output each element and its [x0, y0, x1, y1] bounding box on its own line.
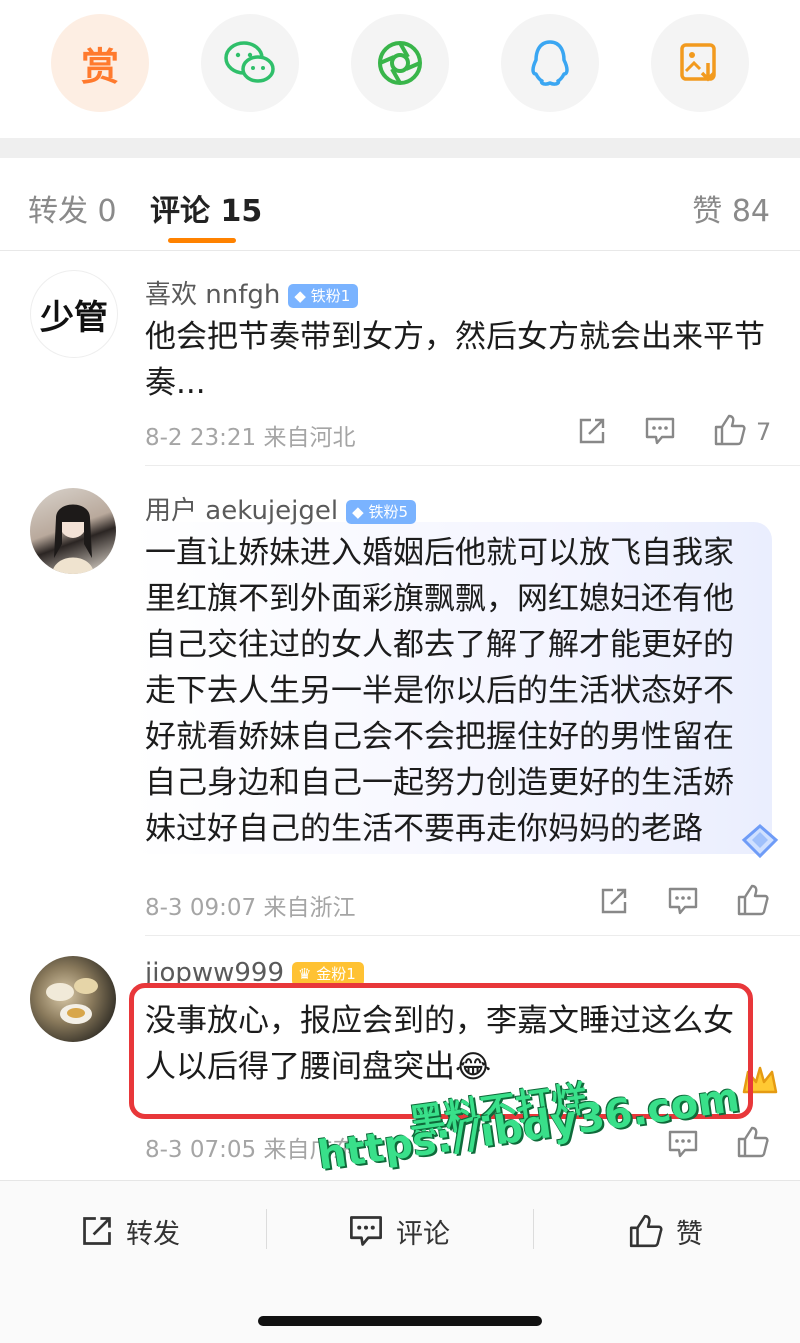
bar-divider [533, 1209, 534, 1249]
comment-username[interactable]: 用户 aekujejgel [145, 496, 338, 526]
comment-text-line: 妹过好自己的生活不要再走你妈妈的老路 [145, 811, 703, 847]
fan-badge: ♛ 金粉1 [292, 961, 364, 986]
comment-text-line: 他会把节奏带到女方，然后女方就会出来平节 [145, 319, 765, 355]
comment-text: 他会把节奏带到女方，然后女方就会出来平节 奏... [145, 314, 765, 406]
reply-comment-button[interactable] [665, 883, 701, 919]
share-moments-button[interactable] [351, 14, 449, 112]
avatar[interactable]: 少管 [30, 270, 118, 358]
like-comment-button[interactable] [735, 1124, 771, 1160]
diamond-decoration-icon [741, 824, 779, 859]
fan-badge: ◆ 铁粉5 [346, 499, 416, 524]
qq-icon [531, 40, 569, 86]
share-out-icon [83, 1217, 111, 1245]
home-indicator[interactable] [258, 1316, 542, 1326]
like-label: 赞 [676, 1218, 703, 1250]
reward-button[interactable]: 赏 [51, 14, 149, 112]
comment-button[interactable]: 评论 [348, 1211, 450, 1251]
like-button[interactable]: 赞 [628, 1211, 703, 1251]
share-row: 赏 [0, 0, 800, 138]
thumbs-up-icon [714, 414, 746, 446]
comment-username-row: 喜欢 nnfgh ◆ 铁粉1 [145, 274, 359, 311]
repost-label: 转发 [126, 1218, 180, 1250]
save-image-button[interactable] [651, 14, 749, 112]
comment-username-row: 用户 aekujejgel ◆ 铁粉5 [145, 490, 416, 527]
save-image-icon [680, 43, 716, 82]
fan-badge: ◆ 铁粉1 [288, 283, 359, 308]
tab-comments[interactable]: 评论 15 [150, 186, 262, 230]
thumbs-up-icon [737, 884, 769, 916]
fan-badge-label: 金粉1 [316, 964, 356, 983]
comment-text-line: 里红旗不到外面彩旗飘飘，网红媳妇还有他 [145, 581, 734, 617]
section-divider [0, 138, 800, 158]
comment-text: 一直让娇妹进入婚姻后他就可以放飞自我家 里红旗不到外面彩旗飘飘，网红媳妇还有他 … [145, 530, 734, 852]
comment-text-line: 奏... [145, 365, 206, 401]
comment-icon [668, 887, 698, 915]
share-wechat-button[interactable] [201, 14, 299, 112]
avatar[interactable] [30, 956, 116, 1042]
comment-icon [645, 417, 675, 445]
thumbs-up-icon [629, 1214, 663, 1248]
tab-likes[interactable]: 赞 84 [692, 186, 770, 230]
diamond-icon: ◆ [352, 502, 364, 521]
share-out-icon [601, 888, 627, 914]
bar-divider [266, 1209, 267, 1249]
comment-label: 评论 [396, 1218, 450, 1250]
comment-text-line: 走下去人生另一半是你以后的生活状态好不 [145, 673, 734, 709]
reward-icon: 赏 [80, 44, 119, 89]
comment-text-line: 自己交往过的女人都去了解了解才能更好的 [145, 627, 734, 663]
like-comment-button[interactable] [712, 412, 748, 448]
comment-icon [350, 1216, 382, 1246]
diamond-icon: ◆ [294, 286, 306, 305]
comment-separator [145, 465, 800, 466]
user-avatar-image [46, 978, 98, 1024]
comment-text-line: 一直让娇妹进入婚姻后他就可以放飞自我家 [145, 535, 734, 571]
like-count: 7 [756, 418, 772, 446]
tab-repost[interactable]: 转发 0 [28, 186, 117, 230]
reply-comment-button[interactable] [642, 413, 678, 449]
tab-bar: 转发 0 评论 15 赞 84 [0, 158, 800, 251]
wechat-icon [224, 41, 275, 83]
comment-icon [668, 1130, 698, 1158]
like-comment-button[interactable] [735, 882, 771, 918]
avatar-text: 少管 [40, 297, 108, 338]
comment-meta: 8-2 23:21 来自河北 [145, 425, 356, 451]
share-out-icon [579, 418, 605, 444]
repost-button[interactable]: 转发 [80, 1211, 180, 1251]
repost-comment-button[interactable] [574, 413, 610, 449]
comment-text-line: 自己身边和自己一起努力创造更好的生活娇 [145, 765, 734, 801]
active-tab-indicator [168, 238, 236, 243]
thumbs-up-icon [737, 1126, 769, 1158]
comment-meta: 8-3 09:07 来自浙江 [145, 895, 356, 921]
moments-icon [378, 41, 422, 85]
fan-badge-label: 铁粉1 [310, 286, 351, 305]
share-qq-button[interactable] [501, 14, 599, 112]
avatar[interactable] [30, 488, 116, 574]
comment-separator [145, 935, 800, 936]
comment-username[interactable]: 喜欢 nnfgh [145, 280, 280, 310]
reply-comment-button[interactable] [665, 1126, 701, 1162]
comment-text-line: 好就看娇妹自己会不会把握住好的男性留在 [145, 719, 734, 755]
crown-icon: ♛ [298, 964, 312, 983]
user-avatar-image [52, 504, 94, 574]
repost-comment-button[interactable] [596, 883, 632, 919]
fan-badge-label: 铁粉5 [368, 502, 408, 521]
